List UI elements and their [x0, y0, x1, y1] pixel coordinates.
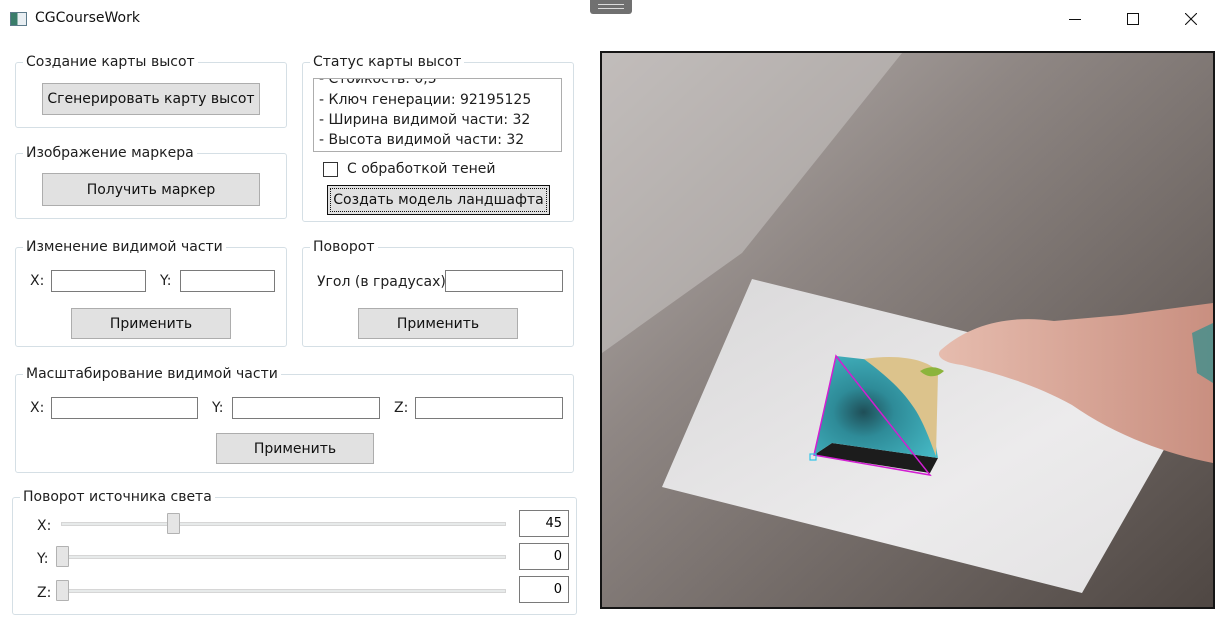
ar-viewport[interactable]	[600, 51, 1215, 609]
status-line-width: - Ширина видимой части: 32	[319, 112, 531, 128]
y-label: Y:	[160, 273, 172, 289]
title-bar[interactable]: CGCourseWork	[0, 0, 1222, 38]
scaling-group: Масштабирование видимой части X: Y: Z: П…	[15, 365, 574, 473]
light-x-label: X:	[37, 518, 52, 534]
light-x-slider-track[interactable]	[61, 522, 506, 526]
x-label: X:	[30, 400, 45, 416]
light-y-slider-thumb[interactable]	[56, 546, 69, 567]
light-x-slider-thumb[interactable]	[167, 513, 180, 534]
angle-input[interactable]	[445, 270, 563, 292]
create-landscape-model-button[interactable]: Создать модель ландшафта	[327, 185, 550, 215]
heightmap-create-group: Создание карты высот Сгенерировать карту…	[15, 53, 287, 128]
app-icon	[10, 12, 27, 26]
camera-feed-image	[602, 53, 1213, 607]
rotation-group: Поворот Угол (в градусах): Применить	[302, 238, 574, 347]
light-x-input[interactable]	[519, 510, 569, 537]
scale-y-input[interactable]	[232, 397, 380, 419]
group-legend: Поворот источника света	[20, 488, 215, 506]
angle-label: Угол (в градусах):	[317, 274, 451, 290]
group-legend: Масштабирование видимой части	[23, 365, 281, 383]
window-title: CGCourseWork	[35, 10, 140, 26]
rotation-apply-button[interactable]: Применить	[358, 308, 518, 339]
visible-change-group: Изменение видимой части X: Y: Применить	[15, 238, 287, 347]
heightmap-status-group: Статус карты высот - Стойкость: 0,5 - Кл…	[302, 53, 574, 222]
shadows-checkbox-label: С обработкой теней	[347, 161, 496, 177]
close-icon	[1185, 13, 1197, 25]
close-button[interactable]	[1162, 0, 1220, 38]
status-listbox[interactable]: - Стойкость: 0,5 - Ключ генерации: 92195…	[313, 78, 562, 152]
light-z-input[interactable]	[519, 576, 569, 603]
group-legend: Статус карты высот	[310, 53, 465, 71]
status-line-persistence: - Стойкость: 0,5	[319, 78, 437, 87]
light-z-label: Z:	[37, 585, 52, 601]
visible-x-input[interactable]	[51, 270, 146, 292]
get-marker-button[interactable]: Получить маркер	[42, 173, 260, 206]
group-legend: Поворот	[310, 238, 378, 256]
light-z-slider-thumb[interactable]	[56, 580, 69, 601]
maximize-icon	[1127, 13, 1139, 25]
scale-x-input[interactable]	[51, 397, 198, 419]
shadows-checkbox[interactable]	[323, 162, 338, 177]
y-label: Y:	[212, 400, 224, 416]
group-legend: Изображение маркера	[23, 144, 197, 162]
drag-handle[interactable]	[590, 0, 632, 14]
group-legend: Изменение видимой части	[23, 238, 226, 256]
generate-heightmap-button[interactable]: Сгенерировать карту высот	[42, 83, 260, 115]
light-y-slider-track[interactable]	[61, 555, 506, 559]
light-z-slider-track[interactable]	[61, 589, 506, 593]
minimize-icon	[1069, 19, 1081, 20]
light-y-label: Y:	[37, 551, 49, 567]
visible-change-apply-button[interactable]: Применить	[71, 308, 231, 339]
scaling-apply-button[interactable]: Применить	[216, 433, 374, 464]
z-label: Z:	[394, 400, 409, 416]
light-rotation-group: Поворот источника света X: Y: Z:	[12, 488, 577, 615]
visible-y-input[interactable]	[180, 270, 275, 292]
status-line-height: - Высота видимой части: 32	[319, 132, 525, 148]
maximize-button[interactable]	[1104, 0, 1162, 38]
x-label: X:	[30, 273, 45, 289]
marker-group: Изображение маркера Получить маркер	[15, 144, 287, 219]
status-line-seed: - Ключ генерации: 92195125	[319, 92, 532, 108]
minimize-button[interactable]	[1046, 0, 1104, 38]
scale-z-input[interactable]	[415, 397, 563, 419]
light-y-input[interactable]	[519, 543, 569, 570]
group-legend: Создание карты высот	[23, 53, 198, 71]
